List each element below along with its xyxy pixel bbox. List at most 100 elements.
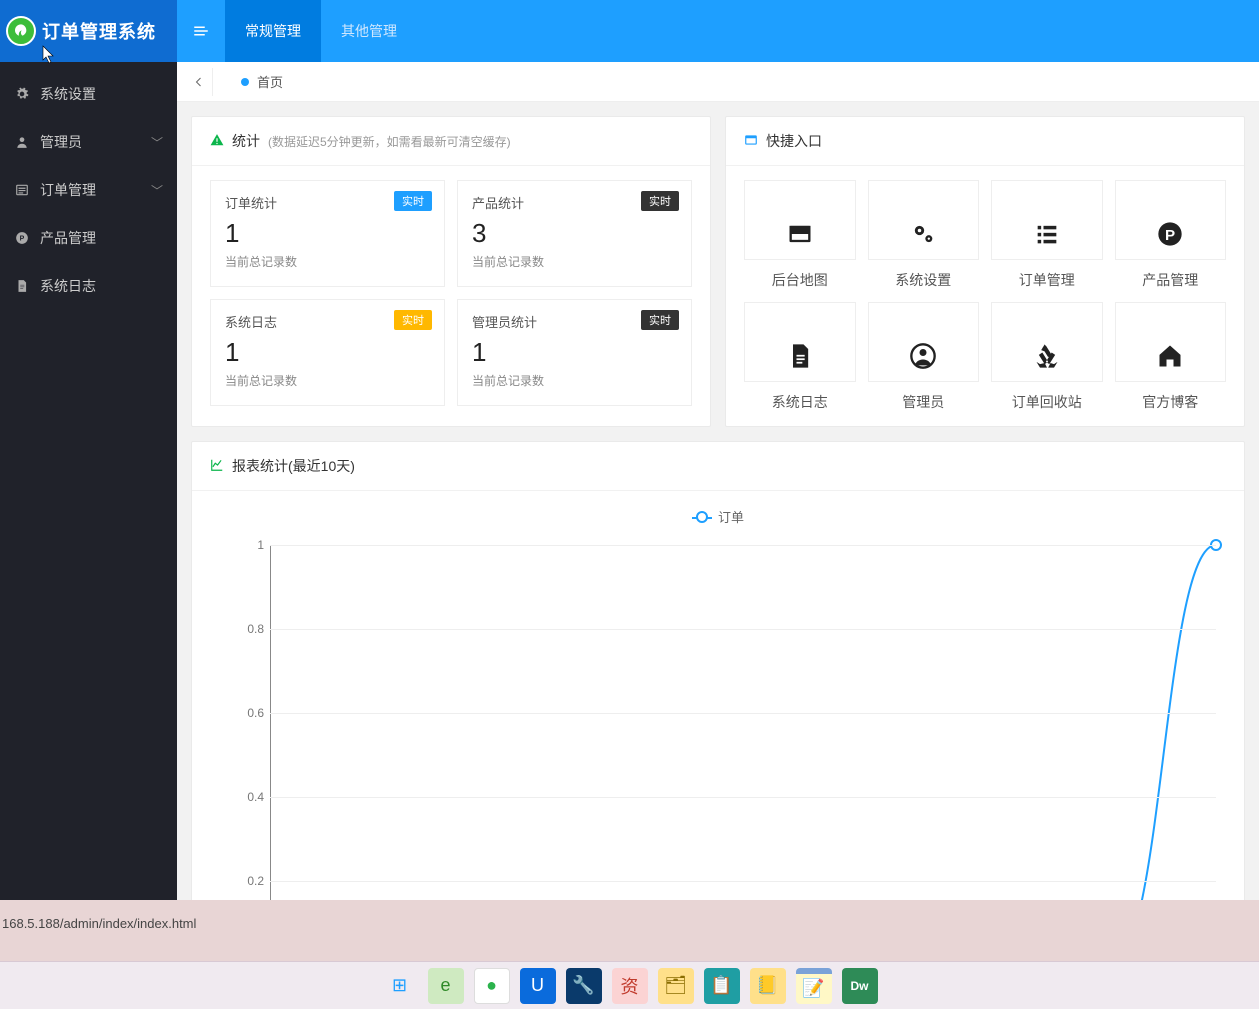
y-tick-label: 1	[230, 538, 264, 552]
taskbar-files-icon[interactable]: 🗂	[658, 968, 694, 1004]
p-icon: P	[14, 230, 30, 246]
quick-item[interactable]	[868, 180, 980, 260]
nav-tab-label: 常规管理	[245, 21, 301, 41]
nav-tab-label: 其他管理	[341, 21, 397, 41]
nav-tab-other[interactable]: 其他管理	[321, 0, 417, 62]
nav-tab-regular[interactable]: 常规管理	[225, 0, 321, 62]
sidebar-item-label: 订单管理	[40, 180, 96, 200]
quick-item[interactable]	[868, 302, 980, 382]
stat-value: 1	[225, 337, 430, 368]
chart-plot: 0.20.40.60.81	[270, 545, 1216, 900]
stat-box[interactable]: 产品统计 3 当前总记录数 实时	[457, 180, 692, 287]
quick-card: 快捷入口 后台地图 系统设置 订单管理 P 产品管理 系统日志 管理	[725, 116, 1245, 427]
taskbar-nav-icon[interactable]: 🔧	[566, 968, 602, 1004]
sidebar: 系统设置 管理员 ﹀ 订单管理 ﹀ P 产品管理	[0, 62, 177, 900]
chart-title: 报表统计(最近10天)	[232, 456, 355, 476]
quick-label: 系统日志	[744, 392, 856, 412]
active-dot-icon	[241, 78, 249, 86]
taskbar-notepad-icon[interactable]: 📝	[796, 968, 832, 1004]
window-icon	[786, 220, 814, 255]
doc-icon	[786, 342, 814, 377]
sidebar-item-label: 系统设置	[40, 84, 96, 104]
taskbar-dw-icon[interactable]: Dw	[842, 968, 878, 1004]
tabs-bar: 首页	[177, 62, 1259, 102]
stat-badge: 实时	[394, 191, 432, 211]
logo-area: 订单管理系统	[0, 0, 177, 62]
list-icon	[1033, 220, 1061, 255]
svg-text:P: P	[20, 235, 25, 242]
grid-line	[270, 797, 1216, 798]
tab-home[interactable]: 首页	[225, 67, 299, 97]
y-tick-label: 0.6	[230, 706, 264, 720]
sidebar-item-system-settings[interactable]: 系统设置	[0, 70, 177, 118]
sidebar-item-label: 管理员	[40, 132, 82, 152]
quick-label: 订单回收站	[991, 392, 1103, 412]
tab-back-button[interactable]	[185, 68, 213, 96]
taskbar-todo-icon[interactable]: 📋	[704, 968, 740, 1004]
stat-label: 当前总记录数	[472, 372, 677, 389]
legend-label: 订单	[718, 507, 744, 526]
chevron-down-icon: ﹀	[151, 134, 163, 151]
y-tick-label: 0.2	[230, 874, 264, 888]
svg-text:P: P	[1165, 227, 1175, 244]
stat-badge: 实时	[641, 310, 679, 330]
taskbar-app-u-icon[interactable]: U	[520, 968, 556, 1004]
y-tick-label: 0.4	[230, 790, 264, 804]
stat-value: 1	[225, 218, 430, 249]
taskbar-browser-icon[interactable]: e	[428, 968, 464, 1004]
sidebar-item-label: 产品管理	[40, 228, 96, 248]
gears-icon	[909, 220, 937, 255]
stat-label: 当前总记录数	[225, 372, 430, 389]
user-icon	[14, 134, 30, 150]
taskbar-start-icon[interactable]: ⊞	[382, 968, 418, 1004]
quick-item[interactable]	[991, 302, 1103, 382]
p-badge-icon: P	[1156, 220, 1184, 255]
home-icon	[1156, 342, 1184, 377]
sidebar-item-admin[interactable]: 管理员 ﹀	[0, 118, 177, 166]
stat-value: 1	[472, 337, 677, 368]
collapse-sidebar-button[interactable]	[177, 22, 225, 40]
stat-box[interactable]: 系统日志 1 当前总记录数 实时	[210, 299, 445, 406]
y-tick-label: 0.8	[230, 622, 264, 636]
gear-icon	[14, 86, 30, 102]
user-icon	[909, 342, 937, 377]
chart-line	[270, 545, 1216, 900]
grid-line	[270, 713, 1216, 714]
quick-title: 快捷入口	[766, 131, 822, 151]
quick-item[interactable]	[744, 180, 856, 260]
sidebar-item-logs[interactable]: 系统日志	[0, 262, 177, 310]
doc-icon	[14, 278, 30, 294]
sidebar-item-products[interactable]: P 产品管理	[0, 214, 177, 262]
taskbar-app-red-icon[interactable]: 资	[612, 968, 648, 1004]
chart-legend[interactable]: 订单	[692, 507, 744, 526]
sidebar-item-label: 系统日志	[40, 276, 96, 296]
chevron-down-icon: ﹀	[151, 182, 163, 199]
quick-item[interactable]	[744, 302, 856, 382]
taskbar-book-icon[interactable]: 📒	[750, 968, 786, 1004]
grid-line	[270, 629, 1216, 630]
quick-label: 官方博客	[1115, 392, 1227, 412]
stat-badge: 实时	[394, 310, 432, 330]
taskbar-wechat-icon[interactable]: ●	[474, 968, 510, 1004]
tab-label: 首页	[257, 72, 283, 91]
quick-item[interactable]	[1115, 302, 1227, 382]
stats-card: 统计 (数据延迟5分钟更新，如需看最新可清空缓存) 订单统计 1 当前总记录数 …	[191, 116, 711, 427]
card-icon	[744, 133, 758, 150]
recycle-icon	[1033, 342, 1061, 377]
taskbar: ⊞ e ● U 🔧 资 🗂 📋 📒 📝 Dw	[0, 961, 1259, 1009]
topbar: 订单管理系统 常规管理 其他管理	[0, 0, 1259, 62]
grid-line	[270, 545, 1216, 546]
sidebar-item-orders[interactable]: 订单管理 ﹀	[0, 166, 177, 214]
chart-card: 报表统计(最近10天) 订单 0.20.40.60.81	[191, 441, 1245, 900]
chart-header: 报表统计(最近10天)	[192, 442, 1244, 491]
stat-box[interactable]: 管理员统计 1 当前总记录数 实时	[457, 299, 692, 406]
stats-header: 统计 (数据延迟5分钟更新，如需看最新可清空缓存)	[192, 117, 710, 166]
stat-label: 当前总记录数	[225, 253, 430, 270]
content: 统计 (数据延迟5分钟更新，如需看最新可清空缓存) 订单统计 1 当前总记录数 …	[177, 102, 1259, 900]
quick-item[interactable]	[991, 180, 1103, 260]
chart-area: 订单 0.20.40.60.81	[210, 505, 1226, 900]
stats-subtitle: (数据延迟5分钟更新，如需看最新可清空缓存)	[268, 133, 511, 150]
stat-box[interactable]: 订单统计 1 当前总记录数 实时	[210, 180, 445, 287]
top-nav: 常规管理 其他管理	[225, 0, 417, 62]
quick-item[interactable]: P	[1115, 180, 1227, 260]
